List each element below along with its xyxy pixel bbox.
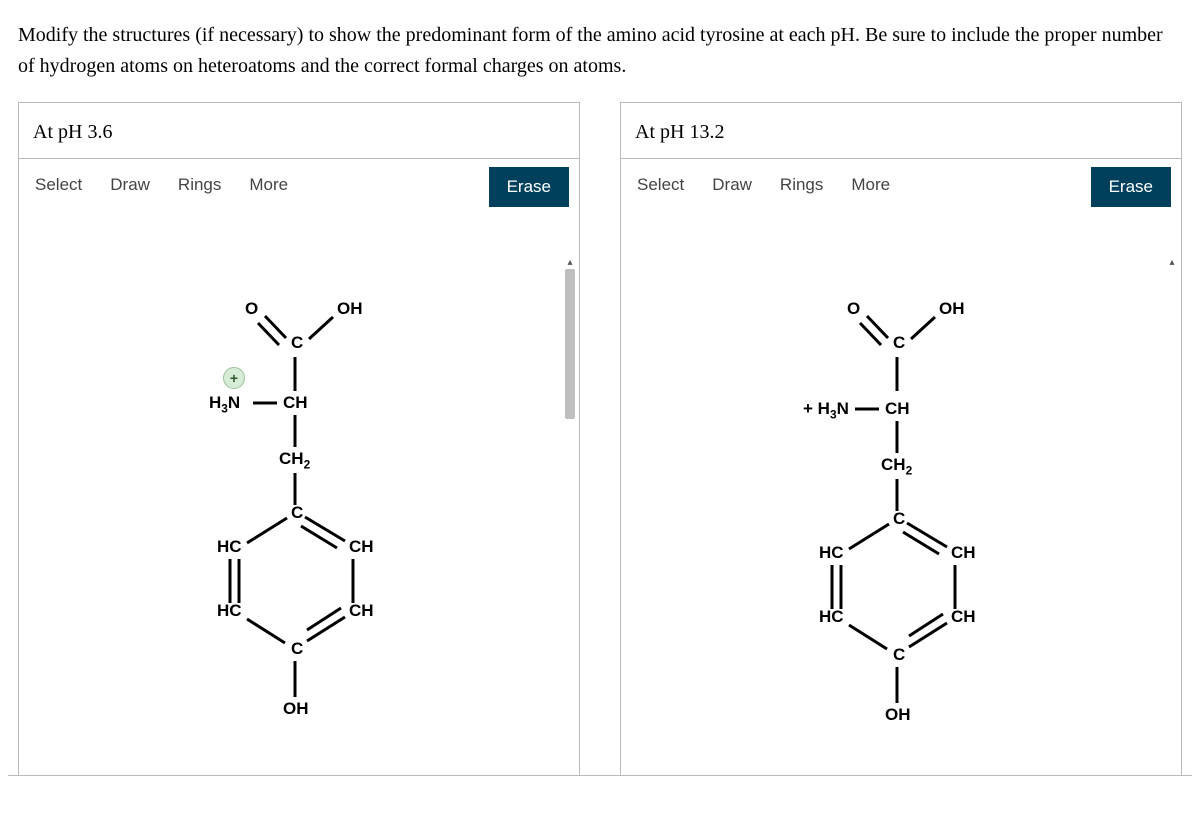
tool-rings[interactable]: Rings (164, 167, 235, 207)
atom-c-ring-bot[interactable]: C (291, 639, 303, 659)
bond-lines (621, 215, 1181, 775)
tool-more[interactable]: More (235, 167, 302, 207)
tool-more[interactable]: More (837, 167, 904, 207)
atom-o[interactable]: O (245, 299, 258, 319)
atom-c-top[interactable]: C (291, 333, 303, 353)
toolbar: Select Draw Rings More Erase (19, 159, 579, 215)
panel-title: At pH 3.6 (19, 103, 579, 159)
atom-amine[interactable]: + H3N (803, 399, 849, 421)
atom-c-ring-top[interactable]: C (291, 503, 303, 523)
atom-ch-ur[interactable]: CH (951, 543, 976, 563)
tool-select[interactable]: Select (21, 167, 96, 207)
atom-ch2[interactable]: CH2 (881, 455, 912, 477)
bond-lines (19, 215, 579, 775)
atom-ch-ur[interactable]: CH (349, 537, 374, 557)
tool-draw[interactable]: Draw (96, 167, 164, 207)
drawing-canvas[interactable]: ▴ (19, 215, 579, 775)
atom-hc-ll[interactable]: HC (819, 607, 844, 627)
atom-hc-ll[interactable]: HC (217, 601, 242, 621)
atom-ch-lr[interactable]: CH (951, 607, 976, 627)
atom-c-ring-top[interactable]: C (893, 509, 905, 529)
atom-oh-top[interactable]: OH (337, 299, 363, 319)
atom-oh-bot[interactable]: OH (885, 705, 911, 725)
erase-button[interactable]: Erase (489, 167, 569, 207)
tool-select[interactable]: Select (623, 167, 698, 207)
panel-ph-3-6: At pH 3.6 Select Draw Rings More Erase ▴ (18, 102, 580, 775)
panel-title: At pH 13.2 (621, 103, 1181, 159)
erase-button[interactable]: Erase (1091, 167, 1171, 207)
atom-ch-lr[interactable]: CH (349, 601, 374, 621)
atom-hc-ul[interactable]: HC (819, 543, 844, 563)
atom-amine[interactable]: H3N (209, 393, 240, 415)
panels-row: At pH 3.6 Select Draw Rings More Erase ▴ (18, 102, 1182, 775)
atom-ch[interactable]: CH (283, 393, 308, 413)
panel-ph-13-2: At pH 13.2 Select Draw Rings More Erase … (620, 102, 1182, 775)
tool-rings[interactable]: Rings (766, 167, 837, 207)
atom-ch2[interactable]: CH2 (279, 449, 310, 471)
atom-o[interactable]: O (847, 299, 860, 319)
atom-hc-ul[interactable]: HC (217, 537, 242, 557)
charge-plus-badge[interactable]: + (223, 367, 245, 389)
atom-c-top[interactable]: C (893, 333, 905, 353)
atom-ch[interactable]: CH (885, 399, 910, 419)
atom-oh-bot[interactable]: OH (283, 699, 309, 719)
atom-c-ring-bot[interactable]: C (893, 645, 905, 665)
tool-draw[interactable]: Draw (698, 167, 766, 207)
toolbar: Select Draw Rings More Erase (621, 159, 1181, 215)
atom-oh-top[interactable]: OH (939, 299, 965, 319)
drawing-canvas[interactable]: ▴ (621, 215, 1181, 775)
question-text: Modify the structures (if necessary) to … (18, 20, 1182, 82)
